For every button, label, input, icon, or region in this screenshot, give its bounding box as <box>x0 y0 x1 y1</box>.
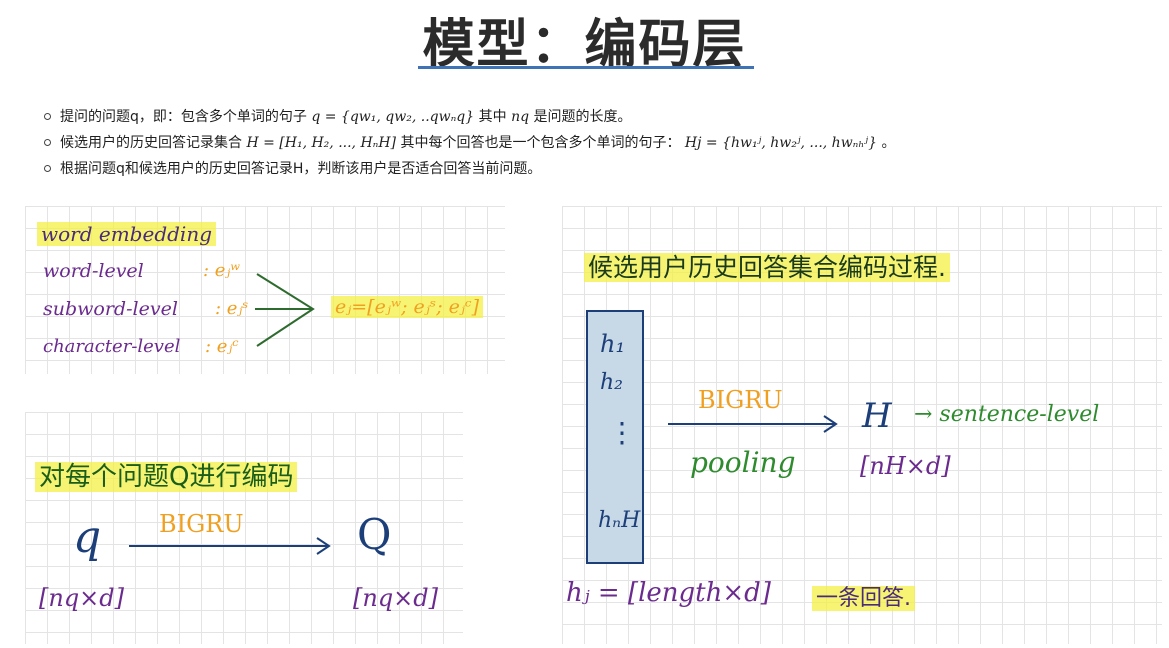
bullet-text: 是问题的长度。 <box>533 109 632 125</box>
bullet-dot <box>44 113 51 120</box>
merge-arrow <box>255 273 315 347</box>
output-dimension: [nq×d] <box>353 584 439 612</box>
bullet-text: 候选用户的历史回答记录集合 <box>60 135 242 151</box>
formula-nq: nq <box>511 109 530 125</box>
formula-q: q = {qw₁, qw₂, ..qwₙq} <box>311 109 475 125</box>
bullet-dot <box>44 165 51 172</box>
bullet-task: 根据问题q和候选用户的历史回答记录H，判断该用户是否适合回答当前问题。 <box>44 156 1154 182</box>
formula-Hj: Hj = {hw₁ʲ, hw₂ʲ, ..., hwₙₕʲ} <box>684 135 878 151</box>
bullet-text: 根据问题q和候选用户的历史回答记录H，判断该用户是否适合回答当前问题。 <box>60 161 542 177</box>
sentence-level-note: → sentence-level <box>914 402 1100 427</box>
bullet-text: 。 <box>881 135 896 151</box>
hj-definition: hⱼ = [length×d] <box>566 578 771 608</box>
concat-result: eⱼ=[eⱼʷ; eⱼˢ; eⱼᶜ] <box>331 296 484 318</box>
panel-word-embedding: word embedding word-level : eⱼʷ subword-… <box>25 206 505 374</box>
panel-question-encoding: 对每个问题Q进行编码 q BIGRU Q [nq×d] [nq×d] <box>25 412 463 644</box>
output-Q: Q <box>357 510 392 559</box>
hj-note: 一条回答. <box>812 580 915 612</box>
pooling-label: pooling <box>690 446 796 479</box>
formula-H: H = [H₁, H₂, ..., HₙH] <box>246 135 397 151</box>
bullet-history: 候选用户的历史回答记录集合 H = [H₁, H₂, ..., HₙH] 其中每… <box>44 130 1154 156</box>
bullet-dot <box>44 139 51 146</box>
bullet-text: 其中 <box>478 109 507 125</box>
input-dimension: [nq×d] <box>39 584 125 612</box>
bullet-text: 提问的问题q，即：包含多个单词的句子 <box>60 109 307 125</box>
bullet-text: 其中每个回答也是一个包含多个单词的句子： <box>400 135 681 151</box>
output-H: H <box>862 396 892 436</box>
bullet-question: 提问的问题q，即：包含多个单词的句子 q = {qw₁, qw₂, ..qwₙq… <box>44 104 1154 130</box>
output-dimension: [nH×d] <box>860 452 951 480</box>
bullet-list: 提问的问题q，即：包含多个单词的句子 q = {qw₁, qw₂, ..qwₙq… <box>44 104 1154 182</box>
panel-history-encoding: 候选用户历史回答集合编码过程. h₁ h₂ ⋮ hₙH BIGRU poolin… <box>562 206 1162 644</box>
title-underline <box>418 66 754 69</box>
